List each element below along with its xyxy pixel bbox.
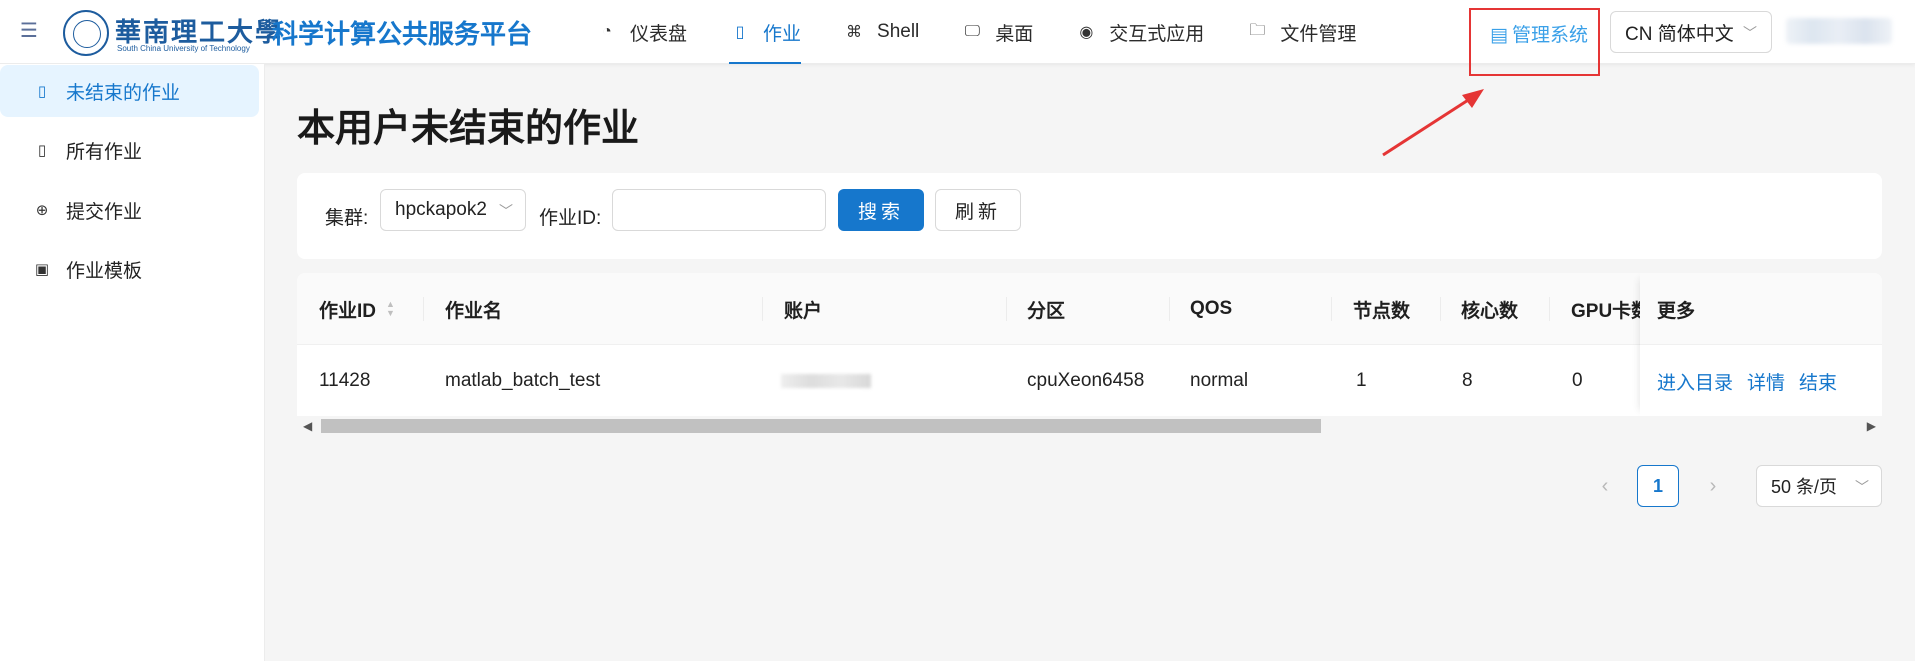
cell-job-name: matlab_batch_test: [445, 370, 601, 391]
shell-icon: ⌘: [846, 24, 863, 41]
cluster-value: hpckapok2: [395, 199, 487, 220]
university-seal-icon: [63, 10, 109, 56]
column-divider: [1440, 297, 1441, 321]
column-header-job-id[interactable]: 作业ID ▲ ▼: [319, 273, 395, 345]
cell-qos: normal: [1190, 370, 1249, 391]
nav-item-jobs[interactable]: ▯ 作业: [729, 0, 802, 64]
scroll-right-arrow-icon[interactable]: ▶: [1867, 419, 1876, 433]
page-title: 本用户未结束的作业: [297, 108, 640, 150]
chevron-down-icon: ﹀: [499, 203, 513, 219]
nav-item-dashboard[interactable]: ◔ 仪表盘: [596, 0, 687, 64]
column-divider: [423, 297, 424, 321]
details-link[interactable]: 详情: [1747, 368, 1785, 395]
page-number-current[interactable]: 1: [1637, 465, 1679, 507]
scroll-left-arrow-icon[interactable]: ◀: [303, 419, 312, 433]
column-header-job-name: 作业名: [445, 300, 503, 322]
column-header-qos: QOS: [1190, 298, 1233, 319]
sidebar-item-label: 所有作业: [66, 141, 143, 163]
university-logo[interactable]: 華南理工大學 South China University of Technol…: [63, 10, 281, 56]
column-header-nodes: 节点数: [1353, 300, 1411, 322]
plus-circle-icon: ⊕: [35, 202, 49, 219]
column-header-more: 更多: [1657, 300, 1696, 322]
book-icon: ▯: [735, 24, 745, 41]
cell-nodes: 1: [1356, 370, 1367, 391]
sort-icon[interactable]: ▲ ▼: [386, 300, 395, 318]
sidebar-item-unfinished-jobs[interactable]: ▯ 未结束的作业: [0, 65, 259, 117]
job-id-label: 作业ID:: [539, 208, 602, 229]
column-header-cores: 核心数: [1461, 300, 1519, 322]
top-header: ☰ 華南理工大學 South China University of Techn…: [0, 0, 1915, 64]
nav-item-label: 作业: [763, 23, 802, 45]
column-header-label: 作业ID: [319, 300, 377, 322]
nav-item-label: 交互式应用: [1109, 23, 1205, 45]
cell-partition: cpuXeon6458: [1027, 370, 1145, 391]
nav-item-label: Shell: [877, 21, 920, 42]
search-button[interactable]: 搜索: [838, 189, 924, 231]
chevron-right-icon[interactable]: ›: [1693, 465, 1733, 507]
nav-item-shell[interactable]: ⌘ Shell: [843, 0, 919, 64]
user-avatar-blurred[interactable]: [1786, 18, 1892, 44]
folder-icon: 🗀: [1249, 21, 1266, 39]
cell-gpus: 0: [1572, 370, 1583, 391]
cell-cores: 8: [1462, 370, 1473, 391]
sticky-actions-column: 更多 进入目录 详情 结束: [1640, 273, 1882, 416]
highlight-annotation-box: [1469, 8, 1600, 76]
job-id-input[interactable]: [612, 189, 826, 231]
nav-item-label: 文件管理: [1280, 23, 1357, 45]
cluster-select[interactable]: hpckapok2 ﹀: [380, 189, 526, 231]
chevron-left-icon[interactable]: ‹: [1585, 465, 1625, 507]
language-value: CN 简体中文: [1625, 23, 1734, 45]
filter-form: 集群: hpckapok2 ﹀ 作业ID: 搜索 刷新: [297, 173, 1882, 259]
book-icon: ▯: [37, 83, 47, 100]
sidebar-item-label: 作业模板: [66, 260, 143, 282]
page-size-value: 50 条/页: [1771, 477, 1838, 497]
chevron-down-icon: ﹀: [1855, 479, 1869, 495]
sidebar-item-label: 未结束的作业: [66, 82, 181, 104]
scrollbar-thumb[interactable]: [321, 419, 1321, 433]
sidebar: ▯ 未结束的作业 ▯ 所有作业 ⊕ 提交作业 ▣ 作业模板: [0, 64, 265, 661]
cluster-label: 集群:: [325, 208, 369, 229]
table-horizontal-scrollbar[interactable]: ◀ ▶: [297, 416, 1882, 436]
annotation-arrow-icon: [1382, 89, 1484, 157]
app-title[interactable]: 科学计算公共服务平台: [272, 14, 532, 51]
cell-job-id: 11428: [319, 370, 371, 391]
nav-item-label: 桌面: [995, 23, 1034, 45]
save-icon: ▣: [34, 261, 50, 278]
column-header-gpus: GPU卡数: [1571, 300, 1640, 322]
sidebar-item-submit-job[interactable]: ⊕ 提交作业: [0, 184, 259, 236]
column-divider: [1169, 297, 1170, 321]
nav-item-interactive-apps[interactable]: ◉ 交互式应用: [1075, 0, 1204, 64]
sidebar-item-job-templates[interactable]: ▣ 作业模板: [0, 243, 259, 295]
refresh-button[interactable]: 刷新: [935, 189, 1021, 231]
account-blurred: [781, 374, 871, 388]
sidebar-item-label: 提交作业: [66, 201, 143, 223]
main-nav: ◔ 仪表盘 ▯ 作业 ⌘ Shell 🖵 桌面 ◉ 交互式应用 🗀 文件管理: [596, 0, 1398, 64]
nav-item-file-manager[interactable]: 🗀 文件管理: [1246, 0, 1356, 64]
cell-account: [781, 345, 871, 416]
end-job-link[interactable]: 结束: [1799, 368, 1837, 395]
eye-icon: ◉: [1079, 24, 1094, 41]
nav-item-desktop[interactable]: 🖵 桌面: [961, 0, 1034, 64]
page-size-select[interactable]: 50 条/页 ﹀: [1756, 465, 1882, 507]
column-divider: [1549, 297, 1550, 321]
column-divider: [1331, 297, 1332, 321]
column-divider: [1006, 297, 1007, 321]
logo-english-name: South China University of Technology: [117, 44, 250, 53]
book-icon: ▯: [37, 142, 47, 159]
cell-actions: 进入目录 详情 结束: [1657, 345, 1851, 416]
language-select[interactable]: CN 简体中文 ﹀: [1610, 11, 1772, 53]
sidebar-item-all-jobs[interactable]: ▯ 所有作业: [0, 124, 259, 176]
jobs-table: 作业ID ▲▼ 作业名 账户 分区 QOS 节点数 核心数 GPU卡数 1142…: [297, 273, 1882, 416]
column-header-partition: 分区: [1027, 300, 1066, 322]
nav-item-label: 仪表盘: [630, 23, 688, 45]
desktop-icon: 🖵: [964, 23, 980, 40]
dashboard-icon: ◔: [602, 23, 612, 40]
menu-fold-icon[interactable]: ☰: [20, 21, 40, 41]
enter-directory-link[interactable]: 进入目录: [1657, 368, 1733, 395]
chevron-down-icon: ﹀: [1743, 25, 1757, 41]
column-divider: [762, 297, 763, 321]
column-header-account: 账户: [784, 300, 823, 322]
